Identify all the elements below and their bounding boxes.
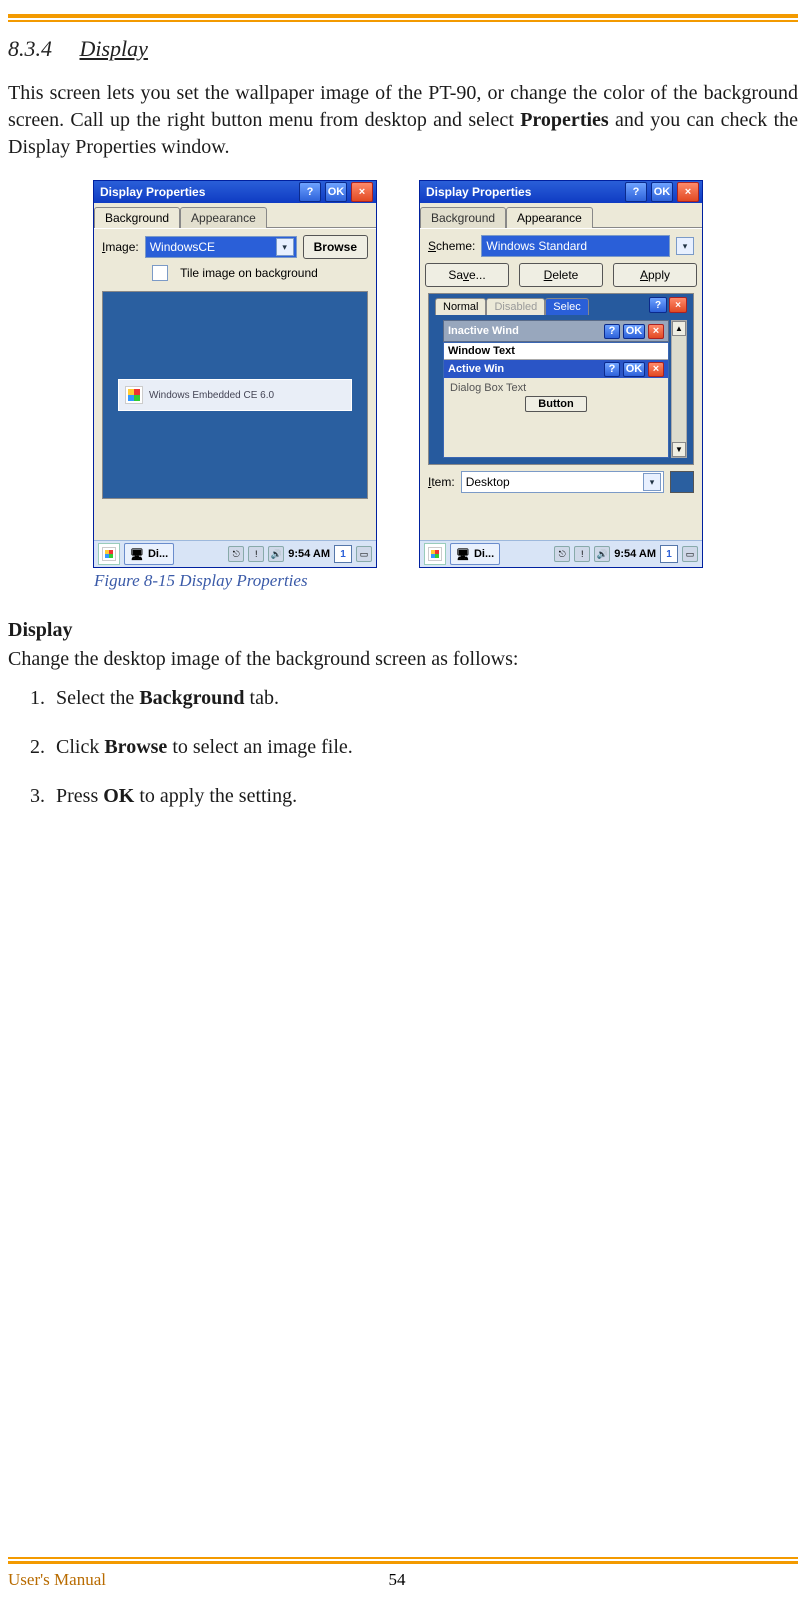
section-heading: 8.3.4 Display — [8, 36, 798, 62]
tab-background[interactable]: Background — [94, 207, 180, 228]
step-3: Press OK to apply the setting. — [50, 785, 798, 808]
tile-checkbox[interactable] — [152, 265, 168, 281]
chevron-down-icon[interactable]: ▾ — [676, 237, 694, 255]
window-title: Display Properties — [426, 185, 621, 199]
tray-icon[interactable]: ⎋ — [228, 546, 244, 562]
windows-flag-icon — [125, 386, 143, 404]
item-color-swatch[interactable] — [670, 471, 694, 493]
titlebar: Display Properties ? OK × — [94, 181, 376, 203]
tray-network-icon[interactable]: ! — [574, 546, 590, 562]
item-select[interactable]: Desktop ▾ — [461, 471, 664, 493]
section-number: 8.3.4 — [8, 36, 74, 61]
steps-list: Select the Background tab. Click Browse … — [8, 687, 798, 808]
page-number: 54 — [106, 1570, 688, 1590]
scheme-select[interactable]: Windows Standard — [481, 235, 670, 257]
preview-active-title: Active Win ? OK × — [444, 360, 668, 378]
scroll-up-icon: ▲ — [672, 321, 686, 336]
display-properties-background: Display Properties ? OK × Background App… — [94, 181, 376, 567]
wallpaper-preview: Windows Embedded CE 6.0 — [102, 291, 368, 499]
tray-icon[interactable]: ⎋ — [554, 546, 570, 562]
tab-background[interactable]: Background — [420, 207, 506, 228]
tray-network-icon[interactable]: ! — [248, 546, 264, 562]
footer-left: User's Manual — [8, 1570, 106, 1590]
wallpaper-banner: Windows Embedded CE 6.0 — [118, 379, 352, 411]
tray-volume-icon[interactable]: 🔊 — [594, 546, 610, 562]
help-button[interactable]: ? — [299, 182, 321, 202]
figure-row: Display Properties ? OK × Background App… — [94, 181, 798, 567]
tile-label: Tile image on background — [180, 266, 318, 280]
taskbar: 🖥 Di... ⎋ ! 🔊 9:54 AM 1 ▭ — [94, 540, 376, 567]
taskbar-clock: 9:54 AM — [288, 548, 330, 560]
section-title: Display — [80, 36, 148, 61]
titlebar: Display Properties ? OK × — [420, 181, 702, 203]
tab-appearance[interactable]: Appearance — [180, 207, 267, 228]
subheading: Display — [8, 619, 798, 642]
taskbar: 🖥 Di... ⎋ ! 🔊 9:54 AM 1 ▭ — [420, 540, 702, 567]
figure-caption: Figure 8-15 Display Properties — [94, 571, 798, 591]
delete-button[interactable]: Delete — [519, 263, 603, 287]
chevron-down-icon[interactable]: ▾ — [643, 473, 661, 491]
intro-paragraph: This screen lets you set the wallpaper i… — [8, 80, 798, 161]
close-button[interactable]: × — [351, 182, 373, 202]
ok-button[interactable]: OK — [325, 182, 347, 202]
lead-text: Change the desktop image of the backgrou… — [8, 646, 798, 673]
preview-help-icon: ? — [649, 297, 667, 313]
chevron-down-icon[interactable]: ▾ — [276, 238, 294, 256]
taskbar-task[interactable]: 🖥 Di... — [124, 543, 174, 565]
ok-button[interactable]: OK — [651, 182, 673, 202]
preview-tabs: Normal Disabled Selec — [435, 298, 589, 315]
page-footer: User's Manual 54 — [8, 1557, 798, 1590]
scroll-down-icon: ▼ — [672, 442, 686, 457]
browse-button[interactable]: Browse — [303, 235, 368, 259]
help-button[interactable]: ? — [625, 182, 647, 202]
input-panel-button[interactable]: 1 — [660, 545, 678, 563]
taskbar-task[interactable]: 🖥 Di... — [450, 543, 500, 565]
preview-dialog: Dialog Box Text Button — [444, 378, 668, 416]
preview-window-text: Window Text — [444, 343, 668, 360]
step-1: Select the Background tab. — [50, 687, 798, 710]
taskbar-clock: 9:54 AM — [614, 548, 656, 560]
tab-strip: Background Appearance — [420, 203, 702, 228]
preview-inactive-title: Inactive Wind ? OK × — [443, 320, 669, 342]
item-label: Item: — [428, 475, 455, 489]
tab-appearance[interactable]: Appearance — [506, 207, 593, 228]
start-button[interactable] — [424, 543, 446, 565]
start-button[interactable] — [98, 543, 120, 565]
image-select[interactable]: WindowsCE ▾ — [145, 236, 297, 258]
app-icon: 🖥 — [456, 548, 470, 561]
image-label: Image: — [102, 240, 139, 254]
desktop-button[interactable]: ▭ — [682, 546, 698, 562]
apply-button[interactable]: Apply — [613, 263, 697, 287]
display-properties-appearance: Display Properties ? OK × Background App… — [420, 181, 702, 567]
save-button[interactable]: Save... — [425, 263, 509, 287]
desktop-button[interactable]: ▭ — [356, 546, 372, 562]
scheme-preview: Normal Disabled Selec ? × Inactive Wind … — [428, 293, 694, 465]
preview-scrollbar: ▲ ▼ — [671, 320, 687, 458]
scheme-label: Scheme: — [428, 239, 475, 253]
close-button[interactable]: × — [677, 182, 699, 202]
tab-strip: Background Appearance — [94, 203, 376, 228]
app-icon: 🖥 — [130, 548, 144, 561]
input-panel-button[interactable]: 1 — [334, 545, 352, 563]
preview-window: Window Text Active Win ? OK × Dialog Box… — [443, 342, 669, 458]
step-2: Click Browse to select an image file. — [50, 736, 798, 759]
window-title: Display Properties — [100, 185, 295, 199]
preview-close-icon: × — [669, 297, 687, 313]
tray-volume-icon[interactable]: 🔊 — [268, 546, 284, 562]
